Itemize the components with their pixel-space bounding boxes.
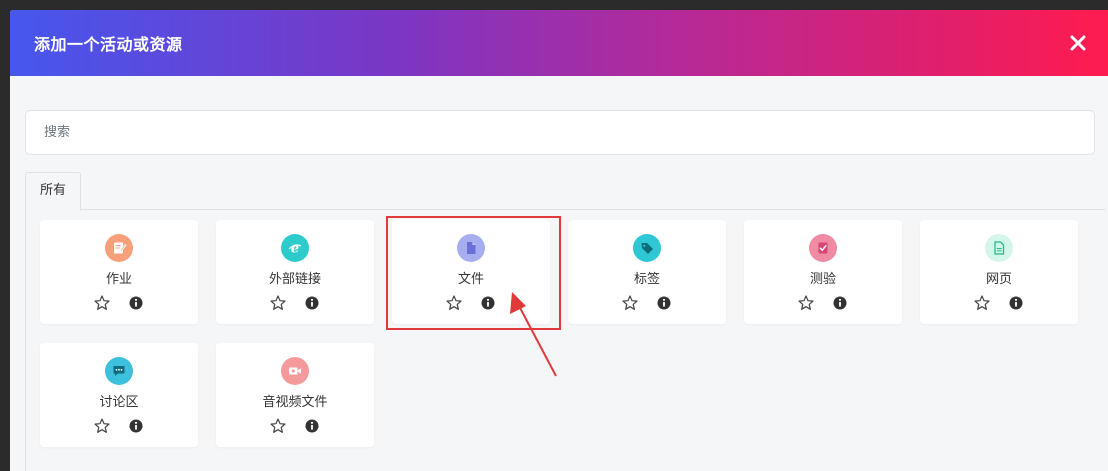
star-icon	[622, 295, 638, 310]
card-actions	[40, 417, 198, 435]
tab-bar: 所有	[25, 172, 1105, 211]
star-button[interactable]	[621, 294, 639, 312]
star-button[interactable]	[93, 294, 111, 312]
activity-card-external-link[interactable]: e 外部链接	[216, 220, 374, 324]
activity-card-video[interactable]: 音视频文件	[216, 343, 374, 447]
activity-card-page[interactable]: 网页	[920, 220, 1078, 324]
star-button[interactable]	[973, 294, 991, 312]
page-icon	[985, 234, 1013, 262]
external-link-icon: e	[281, 234, 309, 262]
star-icon	[94, 418, 110, 433]
card-label: 测验	[809, 272, 836, 287]
info-icon	[305, 419, 319, 433]
card-actions	[40, 294, 198, 312]
info-button[interactable]	[127, 417, 145, 435]
star-icon	[94, 295, 110, 310]
card-label: 讨论区	[99, 395, 139, 410]
info-button[interactable]	[303, 294, 321, 312]
info-button[interactable]	[655, 294, 673, 312]
close-icon	[1070, 35, 1086, 51]
forum-icon	[105, 357, 133, 385]
card-label: 作业	[105, 272, 132, 287]
star-icon	[270, 418, 286, 433]
activity-card-assignment[interactable]: 作业	[40, 220, 198, 324]
info-icon	[1009, 296, 1023, 310]
file-icon	[457, 234, 485, 262]
card-label: 外部链接	[268, 272, 321, 287]
info-button[interactable]	[479, 294, 497, 312]
star-button[interactable]	[269, 294, 287, 312]
card-label: 音视频文件	[262, 395, 328, 410]
assignment-icon	[105, 234, 133, 262]
card-actions	[568, 294, 726, 312]
info-icon	[481, 296, 495, 310]
card-label: 标签	[633, 272, 660, 287]
card-actions	[920, 294, 1078, 312]
modal-header: 添加一个活动或资源	[10, 10, 1108, 76]
quiz-icon	[809, 234, 837, 262]
video-icon	[281, 357, 309, 385]
tag-icon	[633, 234, 661, 262]
info-icon	[657, 296, 671, 310]
star-icon	[270, 295, 286, 310]
search-input[interactable]	[26, 111, 1094, 154]
card-actions	[216, 294, 374, 312]
info-button[interactable]	[303, 417, 321, 435]
activity-grid: 作业 e 外部链接 文件 标签 测验 网页 讨论区 音视频文件	[25, 210, 1105, 471]
star-button[interactable]	[269, 417, 287, 435]
card-label: 网页	[985, 272, 1012, 287]
star-button[interactable]	[445, 294, 463, 312]
star-icon	[446, 295, 462, 310]
activity-card-file[interactable]: 文件	[392, 220, 550, 324]
info-button[interactable]	[831, 294, 849, 312]
tab-all[interactable]: 所有	[25, 172, 82, 211]
card-actions	[216, 417, 374, 435]
star-button[interactable]	[797, 294, 815, 312]
info-icon	[129, 419, 143, 433]
close-button[interactable]	[1066, 31, 1090, 55]
card-label: 文件	[457, 272, 484, 287]
activity-card-forum[interactable]: 讨论区	[40, 343, 198, 447]
info-icon	[129, 296, 143, 310]
card-actions	[392, 294, 550, 312]
info-button[interactable]	[127, 294, 145, 312]
card-actions	[744, 294, 902, 312]
info-button[interactable]	[1007, 294, 1025, 312]
star-button[interactable]	[93, 417, 111, 435]
info-icon	[305, 296, 319, 310]
star-icon	[798, 295, 814, 310]
info-icon	[833, 296, 847, 310]
star-icon	[974, 295, 990, 310]
activity-card-tag[interactable]: 标签	[568, 220, 726, 324]
modal-title: 添加一个活动或资源	[34, 35, 183, 54]
add-activity-modal: 添加一个活动或资源 所有 作业	[10, 10, 1108, 471]
search-box	[25, 110, 1095, 155]
activity-card-quiz[interactable]: 测验	[744, 220, 902, 324]
svg-text:e: e	[291, 242, 299, 257]
